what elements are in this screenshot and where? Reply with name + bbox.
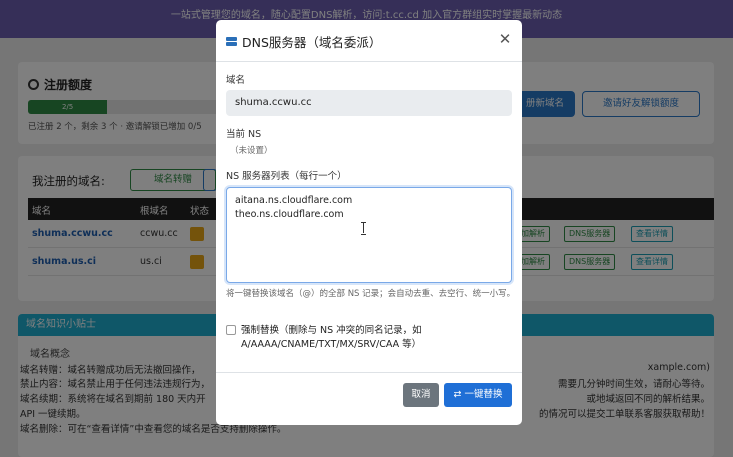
cancel-button[interactable]: 取消 — [403, 383, 439, 407]
force-replace-checkbox[interactable] — [226, 325, 236, 335]
current-ns-label: 当前 NS — [226, 129, 262, 140]
replace-button[interactable]: ⇄ 一键替换 — [444, 383, 512, 407]
ns-list-textarea[interactable] — [226, 187, 512, 283]
modal-header: DNS服务器（域名委派） ✕ — [216, 20, 522, 62]
modal-title: DNS服务器（域名委派） — [226, 32, 381, 51]
replace-button-label: 一键替换 — [464, 389, 503, 400]
domain-field[interactable]: shuma.ccwu.cc — [226, 90, 512, 116]
swap-icon: ⇄ — [453, 389, 465, 400]
close-icon[interactable]: ✕ — [498, 32, 512, 47]
dns-server-modal: DNS服务器（域名委派） ✕ 域名 shuma.ccwu.cc 当前 NS （未… — [216, 20, 522, 425]
force-replace-label[interactable]: 强制替换（删除与 NS 冲突的同名记录，如 A/AAAA/CNAME/TXT/M… — [241, 324, 509, 352]
modal-footer: 取消 ⇄ 一键替换 — [216, 372, 522, 425]
ns-help-text: 将一键替换该域名（@）的全部 NS 记录；会自动去重、去空行、统一小写。 — [226, 289, 516, 299]
domain-label: 域名 — [226, 75, 246, 86]
server-icon — [226, 36, 237, 47]
ns-list-label: NS 服务器列表（每行一个） — [226, 171, 347, 182]
modal-title-text: DNS服务器（域名委派） — [242, 35, 382, 50]
text-cursor-icon — [361, 222, 367, 235]
current-ns-value: （未设置） — [230, 146, 273, 156]
